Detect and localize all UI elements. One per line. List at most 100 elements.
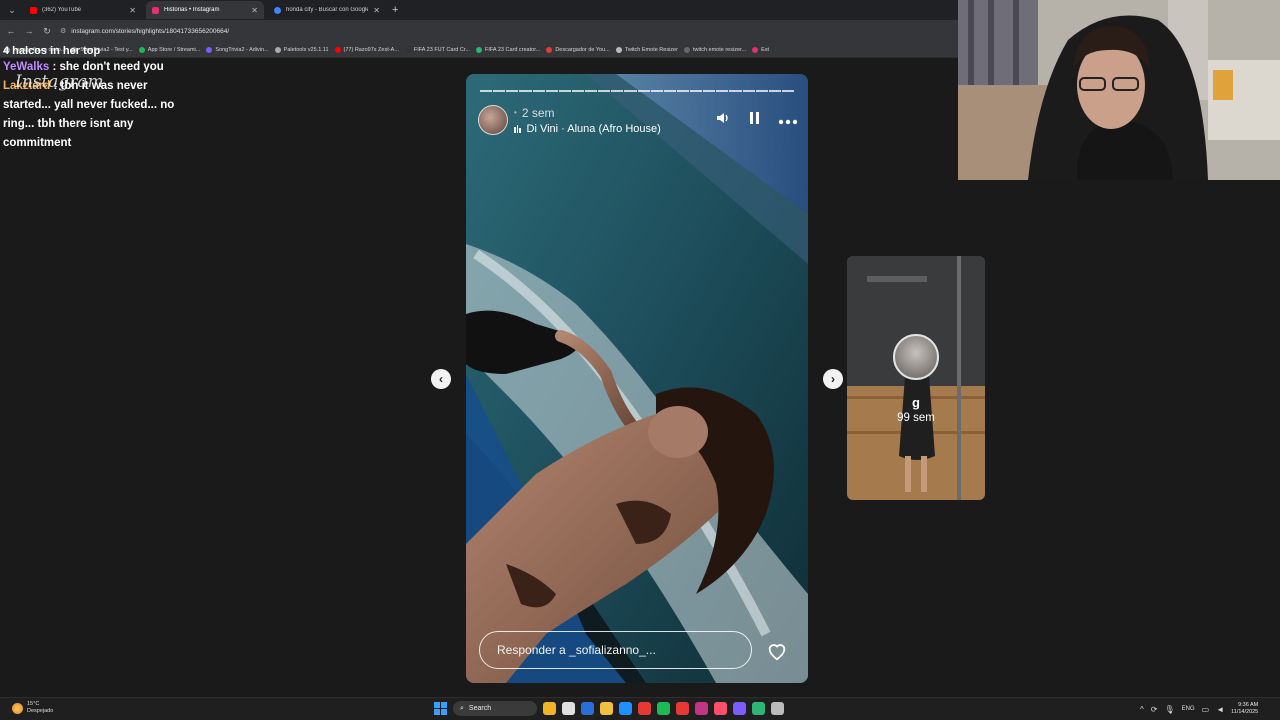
chevron-left-icon: ‹ (439, 372, 443, 386)
new-tab-icon[interactable]: + (392, 4, 398, 16)
clock[interactable]: 9:36 AM 11/14/2025 (1231, 702, 1258, 716)
taskbar-app-icon[interactable] (714, 702, 727, 715)
story-avatar[interactable] (478, 105, 508, 135)
taskbar-app-icon[interactable] (562, 702, 575, 715)
bookmark-favicon-icon (206, 46, 213, 53)
progress-segment (493, 90, 506, 92)
bookmark-label: FIFA 23 Card creator... (484, 46, 541, 53)
bookmark-favicon-icon (274, 46, 281, 53)
tab-search-dropdown-icon[interactable]: ⌄ (4, 2, 20, 18)
weather-desc: Despejado (27, 708, 54, 714)
progress-segment (558, 90, 571, 92)
more-icon[interactable] (778, 112, 798, 129)
song-title: Di Vini · Aluna (Afro House) (526, 122, 661, 135)
previous-story-button[interactable]: ‹ (431, 369, 451, 389)
close-icon[interactable]: ✕ (129, 6, 136, 15)
dot-separator: • (514, 108, 517, 117)
progress-segment (532, 90, 545, 92)
pause-icon[interactable] (746, 111, 764, 129)
instagram-logo: Instagram (15, 72, 104, 92)
reload-icon[interactable]: ↻ (42, 26, 52, 37)
bookmark-item[interactable]: Paletools v25.1.11 (274, 46, 329, 53)
youtube-favicon-icon (30, 6, 37, 14)
windows-start-icon[interactable] (434, 702, 447, 715)
tab-label: honda city - Buscar con Google (286, 7, 369, 13)
bookmark-item[interactable]: Descargador de You... (546, 46, 610, 53)
tab-youtube[interactable]: (362) YouTube ✕ (24, 1, 142, 19)
bookmark-item[interactable]: twitch emote resizer... (683, 46, 746, 53)
bookmark-item[interactable]: FIFA 23 FUT Card Cr... (404, 46, 470, 53)
weather-widget[interactable]: 15°C Despejado (12, 701, 53, 715)
bookmark-item[interactable]: Est (752, 46, 769, 53)
taskbar-app-icon[interactable] (600, 702, 613, 715)
taskbar-app-icon[interactable] (676, 702, 689, 715)
bookmark-item[interactable]: Twitch Emote Resizer (615, 46, 678, 53)
next-story-avatar (893, 334, 939, 380)
microphone-icon[interactable]: 🎙 (1164, 705, 1174, 714)
next-story-username: g (912, 395, 920, 410)
taskbar-app-icon[interactable] (771, 702, 784, 715)
volume-icon[interactable]: ◄ (1216, 705, 1224, 714)
next-story-button[interactable]: › (823, 369, 843, 389)
tab-label: Historias • Instagram (164, 7, 220, 13)
story-song[interactable]: Di Vini · Aluna (Afro House) (514, 123, 714, 135)
url-field[interactable]: ⚙ instagram.com/stories/highlights/18041… (60, 27, 230, 36)
taskbar-app-icon[interactable] (695, 702, 708, 715)
progress-segment (663, 90, 676, 92)
story-meta: • 2 sem Di Vini · Aluna (Afro House) (514, 106, 714, 135)
bookmark-favicon-icon (475, 46, 482, 53)
progress-segment (650, 90, 663, 92)
clock-time: 9:36 AM (1238, 702, 1259, 708)
network-icon[interactable]: ▭ (1202, 705, 1210, 714)
stream-chat-overlay: 4 halcos in her top YeWalks : she don't … (3, 42, 193, 153)
back-icon[interactable]: ← (6, 26, 16, 36)
progress-segment (506, 90, 519, 92)
progress-segment (768, 90, 781, 92)
story-player[interactable]: • 2 sem Di Vini · Aluna (Afro House) Res… (466, 74, 808, 683)
heart-icon[interactable] (766, 640, 788, 662)
chevron-up-icon[interactable]: ^ (1140, 705, 1144, 714)
bookmark-label: (77) Razo97s Zest-A... (343, 46, 399, 53)
close-icon[interactable]: ✕ (373, 6, 380, 15)
progress-segment (690, 90, 703, 92)
story-time: 2 sem (521, 105, 555, 120)
bookmark-favicon-icon (546, 46, 553, 53)
tab-instagram[interactable]: Historias • Instagram ✕ (146, 1, 264, 19)
taskbar-app-icon[interactable] (733, 702, 746, 715)
refresh-icon[interactable]: ⟳ (1151, 705, 1158, 714)
progress-segment (571, 90, 584, 92)
search-icon: ⌕ (460, 704, 464, 712)
music-equalizer-icon (514, 124, 521, 133)
taskbar-app-icon[interactable] (581, 702, 594, 715)
weather-temp: 15°C (27, 701, 40, 707)
next-story-preview[interactable]: g 99 sem (847, 256, 985, 500)
taskbar-search[interactable]: ⌕ Search (453, 701, 537, 716)
taskbar-app-icon[interactable] (657, 702, 670, 715)
tab-google[interactable]: honda city - Buscar con Google ✕ (268, 1, 386, 19)
taskbar-app-icon[interactable] (543, 702, 556, 715)
bookmark-favicon-icon (752, 46, 759, 53)
bookmark-item[interactable]: FIFA 23 Card creator... (475, 46, 541, 53)
taskbar-app-icon[interactable] (638, 702, 651, 715)
forward-icon[interactable]: → (24, 26, 34, 36)
speaker-icon[interactable] (714, 111, 732, 129)
site-info-icon[interactable]: ⚙ (60, 27, 66, 35)
language-indicator[interactable]: ENG (1182, 706, 1195, 712)
taskbar-app-icon[interactable] (752, 702, 765, 715)
search-label: Search (468, 705, 492, 712)
progress-segment (611, 90, 624, 92)
chevron-right-icon: › (831, 372, 835, 386)
chat-cut-line: 4 halcos in her top (3, 45, 101, 57)
story-media (466, 74, 808, 683)
bookmark-item[interactable]: (77) Razo97s Zest-A... (334, 46, 399, 53)
url-text: instagram.com/stories/highlights/1804173… (71, 27, 230, 35)
story-controls (714, 111, 798, 129)
taskbar-app-icon[interactable] (619, 702, 632, 715)
bookmark-favicon-icon (683, 46, 690, 53)
reply-input[interactable]: Responder a _sofializanno_... (479, 631, 752, 669)
bookmark-item[interactable]: SongTrivia2 - Adivin... (206, 46, 269, 53)
progress-segment (624, 90, 637, 92)
progress-segment (781, 90, 794, 92)
taskbar-apps: ⌕ Search (434, 701, 784, 716)
close-icon[interactable]: ✕ (251, 6, 258, 15)
